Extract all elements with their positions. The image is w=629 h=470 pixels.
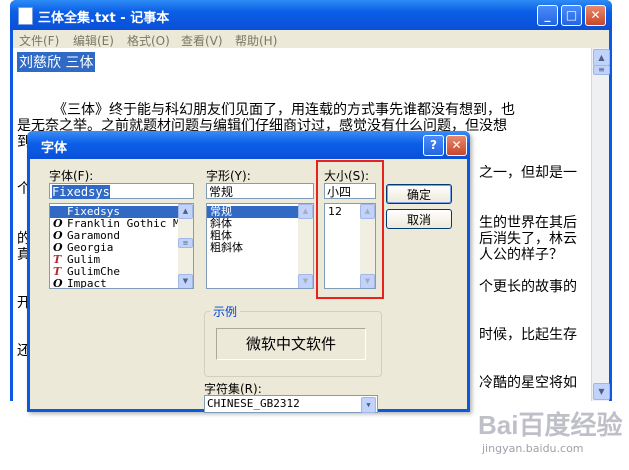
watermark-brand: Bai百度经验 [478,410,623,440]
menu-bar: 文件(F) 编辑(E) 格式(O) 查看(V) 帮助(H) [13,30,609,48]
highlight-box [316,160,384,299]
scroll-thumb[interactable]: ≡ [178,238,193,248]
help-button[interactable]: ? [423,135,444,156]
list-item[interactable]: 粗斜体 [207,242,298,254]
font-dialog-body: 字体(F): Fixedsys Fixedsys O Franklin Gothic… [30,159,467,413]
notepad-app-icon [18,7,33,25]
sample-label: 示例 [210,303,241,320]
font-name-input[interactable]: Fixedsys [49,183,194,199]
close-button[interactable]: ✕ [585,5,606,26]
scroll-up-arrow-icon[interactable]: ▲ [178,204,193,219]
menu-view[interactable]: 查看(V) [181,32,223,49]
text-line: 个更长的故事的 [479,279,577,295]
text-line: 时候，比起生存 [479,327,577,343]
notepad-titlebar[interactable]: 三体全集.txt - 记事本 _ □ ✕ [10,0,612,30]
charset-select[interactable]: CHINESE_GB2312 ▼ [204,395,378,413]
watermark-url: jingyan.baidu.com [482,442,584,455]
font-list[interactable]: Fixedsys O Franklin Gothic Me O Garamond O Geo… [49,203,194,289]
scroll-up-arrow-icon[interactable]: ▲ [298,204,313,219]
font-dialog-titlebar[interactable]: 字体 ? ✕ [27,131,470,159]
style-list[interactable]: 常规 斜体 粗体 粗斜体 ▲ ▼ [206,203,314,289]
font-name: Impact [67,277,107,289]
cancel-button[interactable]: 取消 [386,209,452,229]
ok-button[interactable]: 确定 [386,184,452,204]
font-type-icon: O [53,277,63,289]
font-dialog-title: 字体 [41,141,68,156]
notepad-title: 三体全集.txt - 记事本 [38,11,170,26]
dialog-close-button[interactable]: ✕ [446,135,467,156]
text-line: 之一，但却是一 [479,165,577,181]
watermark: Bai百度经验 jingyan.baidu.com [478,405,622,455]
font-label: 字体(F): [49,169,94,183]
scroll-up-arrow-icon[interactable]: ▲ [593,49,610,66]
scroll-down-arrow-icon[interactable]: ▼ [593,383,610,400]
scroll-thumb[interactable]: ≡ [593,65,610,75]
scroll-down-arrow-icon[interactable]: ▼ [178,274,193,288]
maximize-button[interactable]: □ [561,5,582,26]
menu-format[interactable]: 格式(O) [127,32,170,49]
list-item[interactable]: O Impact [50,278,193,289]
menu-help[interactable]: 帮助(H) [235,32,277,49]
font-list-scrollbar[interactable]: ▲ ≡ ▼ [178,204,193,288]
font-dialog: 字体 ? ✕ 字体(F): Fixedsys Fixedsys O Franklin… [27,131,470,413]
style-label: 字形(Y): [206,169,251,183]
chevron-down-icon[interactable]: ▼ [361,397,376,413]
menu-file[interactable]: 文件(F) [19,32,59,49]
text-line: 人公的样子？ [479,247,563,263]
style-list-scrollbar[interactable]: ▲ ▼ [298,204,313,288]
font-name-value: Fixedsys [52,185,110,199]
text-line: 冷酷的星空将如 [479,375,577,391]
sample-preview: 微软中文软件 [216,328,366,360]
scroll-down-arrow-icon[interactable]: ▼ [298,274,313,288]
charset-value: CHINESE_GB2312 [207,397,300,410]
selected-text: 刘慈欣 三体 [17,52,96,72]
vertical-scrollbar[interactable]: ▲ ≡ ▼ [591,48,610,401]
menu-edit[interactable]: 编辑(E) [73,32,114,49]
style-input[interactable]: 常规 [206,183,314,199]
minimize-button[interactable]: _ [537,5,558,26]
